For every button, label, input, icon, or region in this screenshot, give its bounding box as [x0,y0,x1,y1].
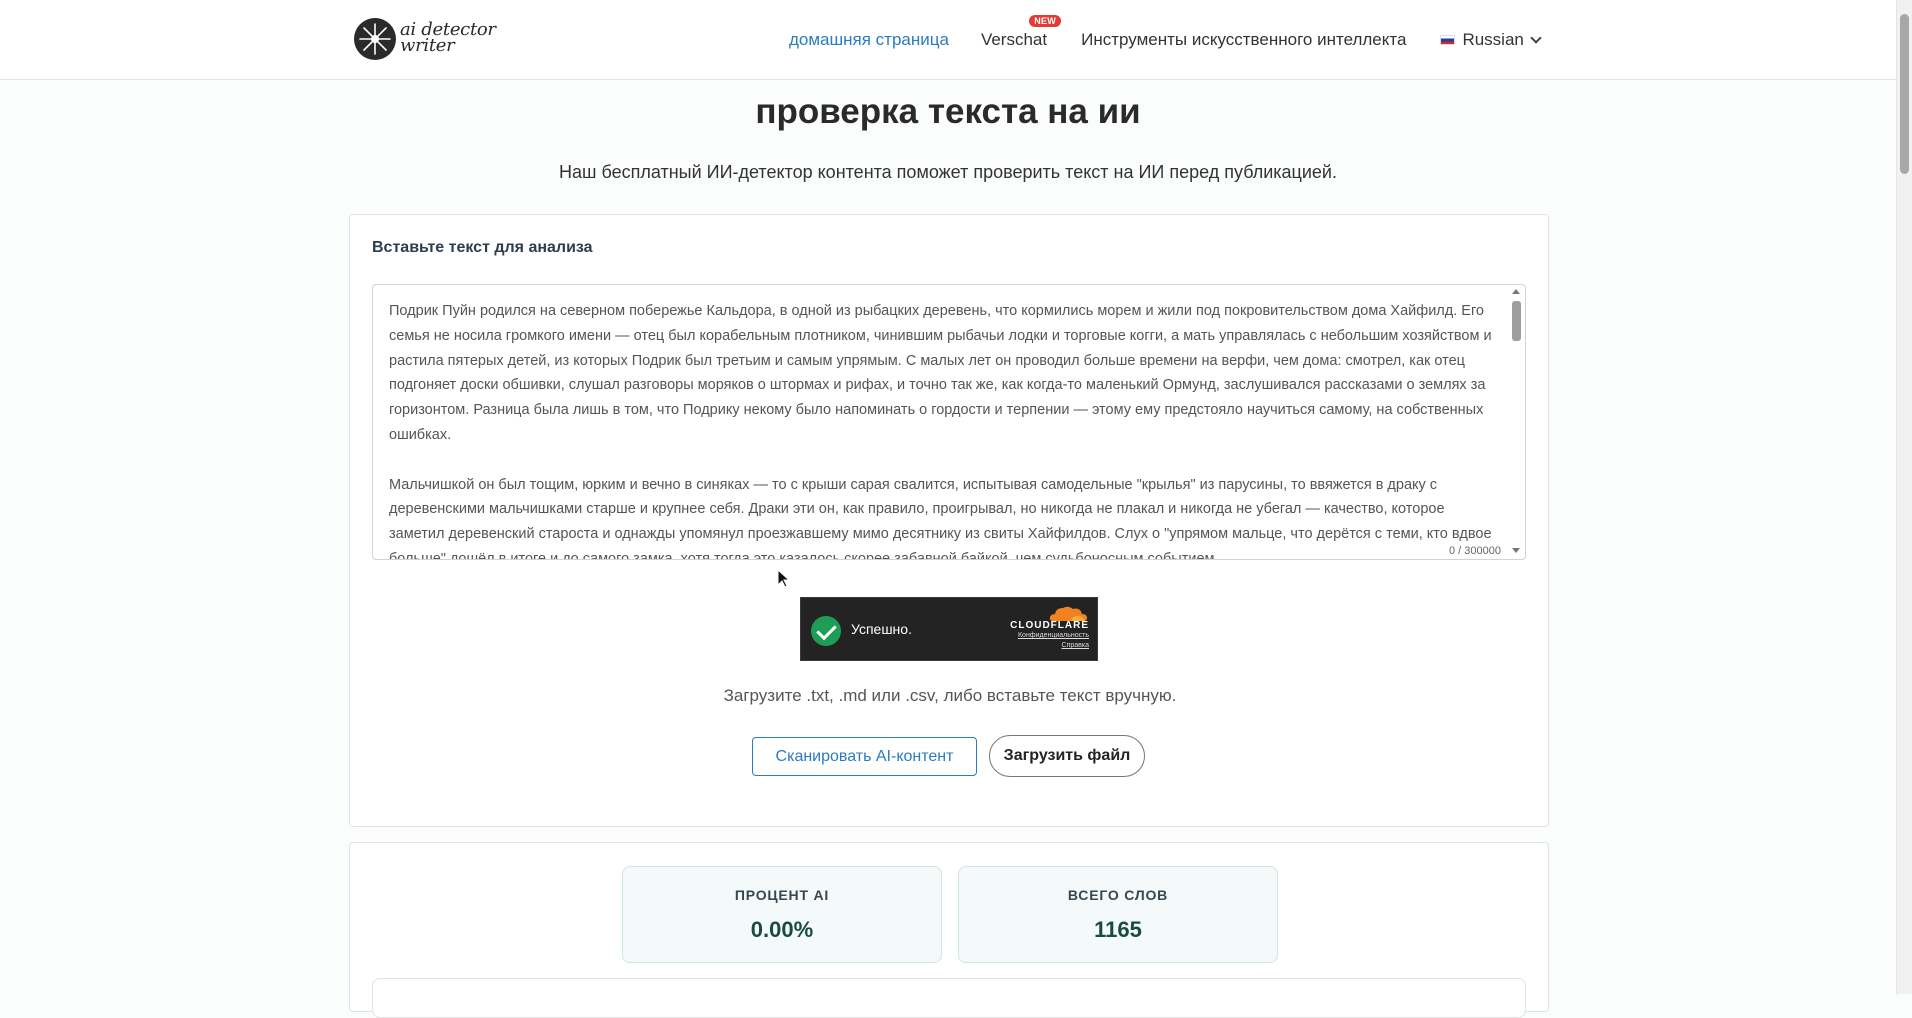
nav-verschat-label: Verschat [980,30,1048,49]
mouse-cursor-icon [777,569,791,588]
text-input-area[interactable]: Подрик Пуйн родился на северном побережь… [372,284,1526,560]
page-scrollbar[interactable] [1896,0,1912,994]
logo-star-icon [354,18,396,60]
text-input-card: Вставьте текст для анализа Подрик Пуйн р… [349,214,1549,827]
main-nav: домашняя страница Verschat NEW Инструмен… [789,15,1542,50]
logo-line2: writer [400,35,455,56]
results-card: ПРОЦЕНТ AI 0.00% ВСЕГО СЛОВ 1165 [349,842,1549,1018]
ai-percent-value: 0.00% [750,917,814,942]
ai-percent-label: ПРОЦЕНТ AI [734,887,830,903]
language-label: Russian [1462,30,1524,49]
checkmark-icon [811,616,841,646]
chevron-down-icon [1530,32,1542,44]
textarea-scrollbar[interactable] [1511,289,1521,553]
textarea-scrollbar-thumb[interactable] [1512,301,1521,341]
captcha-status: Успешно. [851,621,912,637]
page-scrollbar-thumb[interactable] [1900,14,1909,174]
cloudflare-brand: CLOUDFLARE [1010,620,1089,631]
cloudflare-logo: CLOUDFLARE Конфиденциальность Справка [1009,604,1089,651]
captcha-privacy-link[interactable]: Конфиденциальность [1009,631,1089,641]
nav-home-link[interactable]: домашняя страница [789,30,949,50]
site-header: ai detector writer домашняя страница Ver… [0,0,1896,80]
language-selector[interactable]: Russian [1440,30,1542,50]
site-logo[interactable]: ai detector writer [354,18,496,60]
russia-flag-icon [1440,35,1456,45]
total-words-label: ВСЕГО СЛОВ [1067,887,1169,903]
new-badge: NEW [1029,15,1062,27]
text-input-content[interactable]: Подрик Пуйн родился на северном побережь… [389,299,1499,559]
logo-text: ai detector writer [400,21,496,56]
page-subtitle: Наш бесплатный ИИ-детектор контента помо… [559,162,1337,182]
scroll-down-arrow-icon[interactable] [1512,548,1520,553]
total-words-stat: ВСЕГО СЛОВ 1165 [958,866,1278,963]
nav-ai-tools-link[interactable]: Инструменты искусственного интеллекта [1081,30,1406,50]
nav-verschat-link[interactable]: Verschat NEW [980,15,1062,50]
cloudflare-captcha[interactable]: Успешно. CLOUDFLARE Конфиденциальность С… [800,597,1098,661]
page-title: проверка текста на ии [755,92,1141,131]
total-words-value: 1165 [1094,917,1142,942]
text-input-label: Вставьте текст для анализа [372,239,593,256]
upload-hint: Загрузите .txt, .md или .csv, либо встав… [723,686,1177,705]
scroll-up-arrow-icon[interactable] [1512,289,1520,294]
ai-percent-stat: ПРОЦЕНТ AI 0.00% [622,866,942,963]
captcha-help-link[interactable]: Справка [1009,641,1089,651]
character-counter: 0 / 300000 [1447,545,1503,557]
scan-ai-content-button[interactable]: Сканировать AI-контент [752,737,977,776]
results-detail-panel [372,978,1526,1018]
upload-file-button[interactable]: Загрузить файл [989,735,1145,777]
